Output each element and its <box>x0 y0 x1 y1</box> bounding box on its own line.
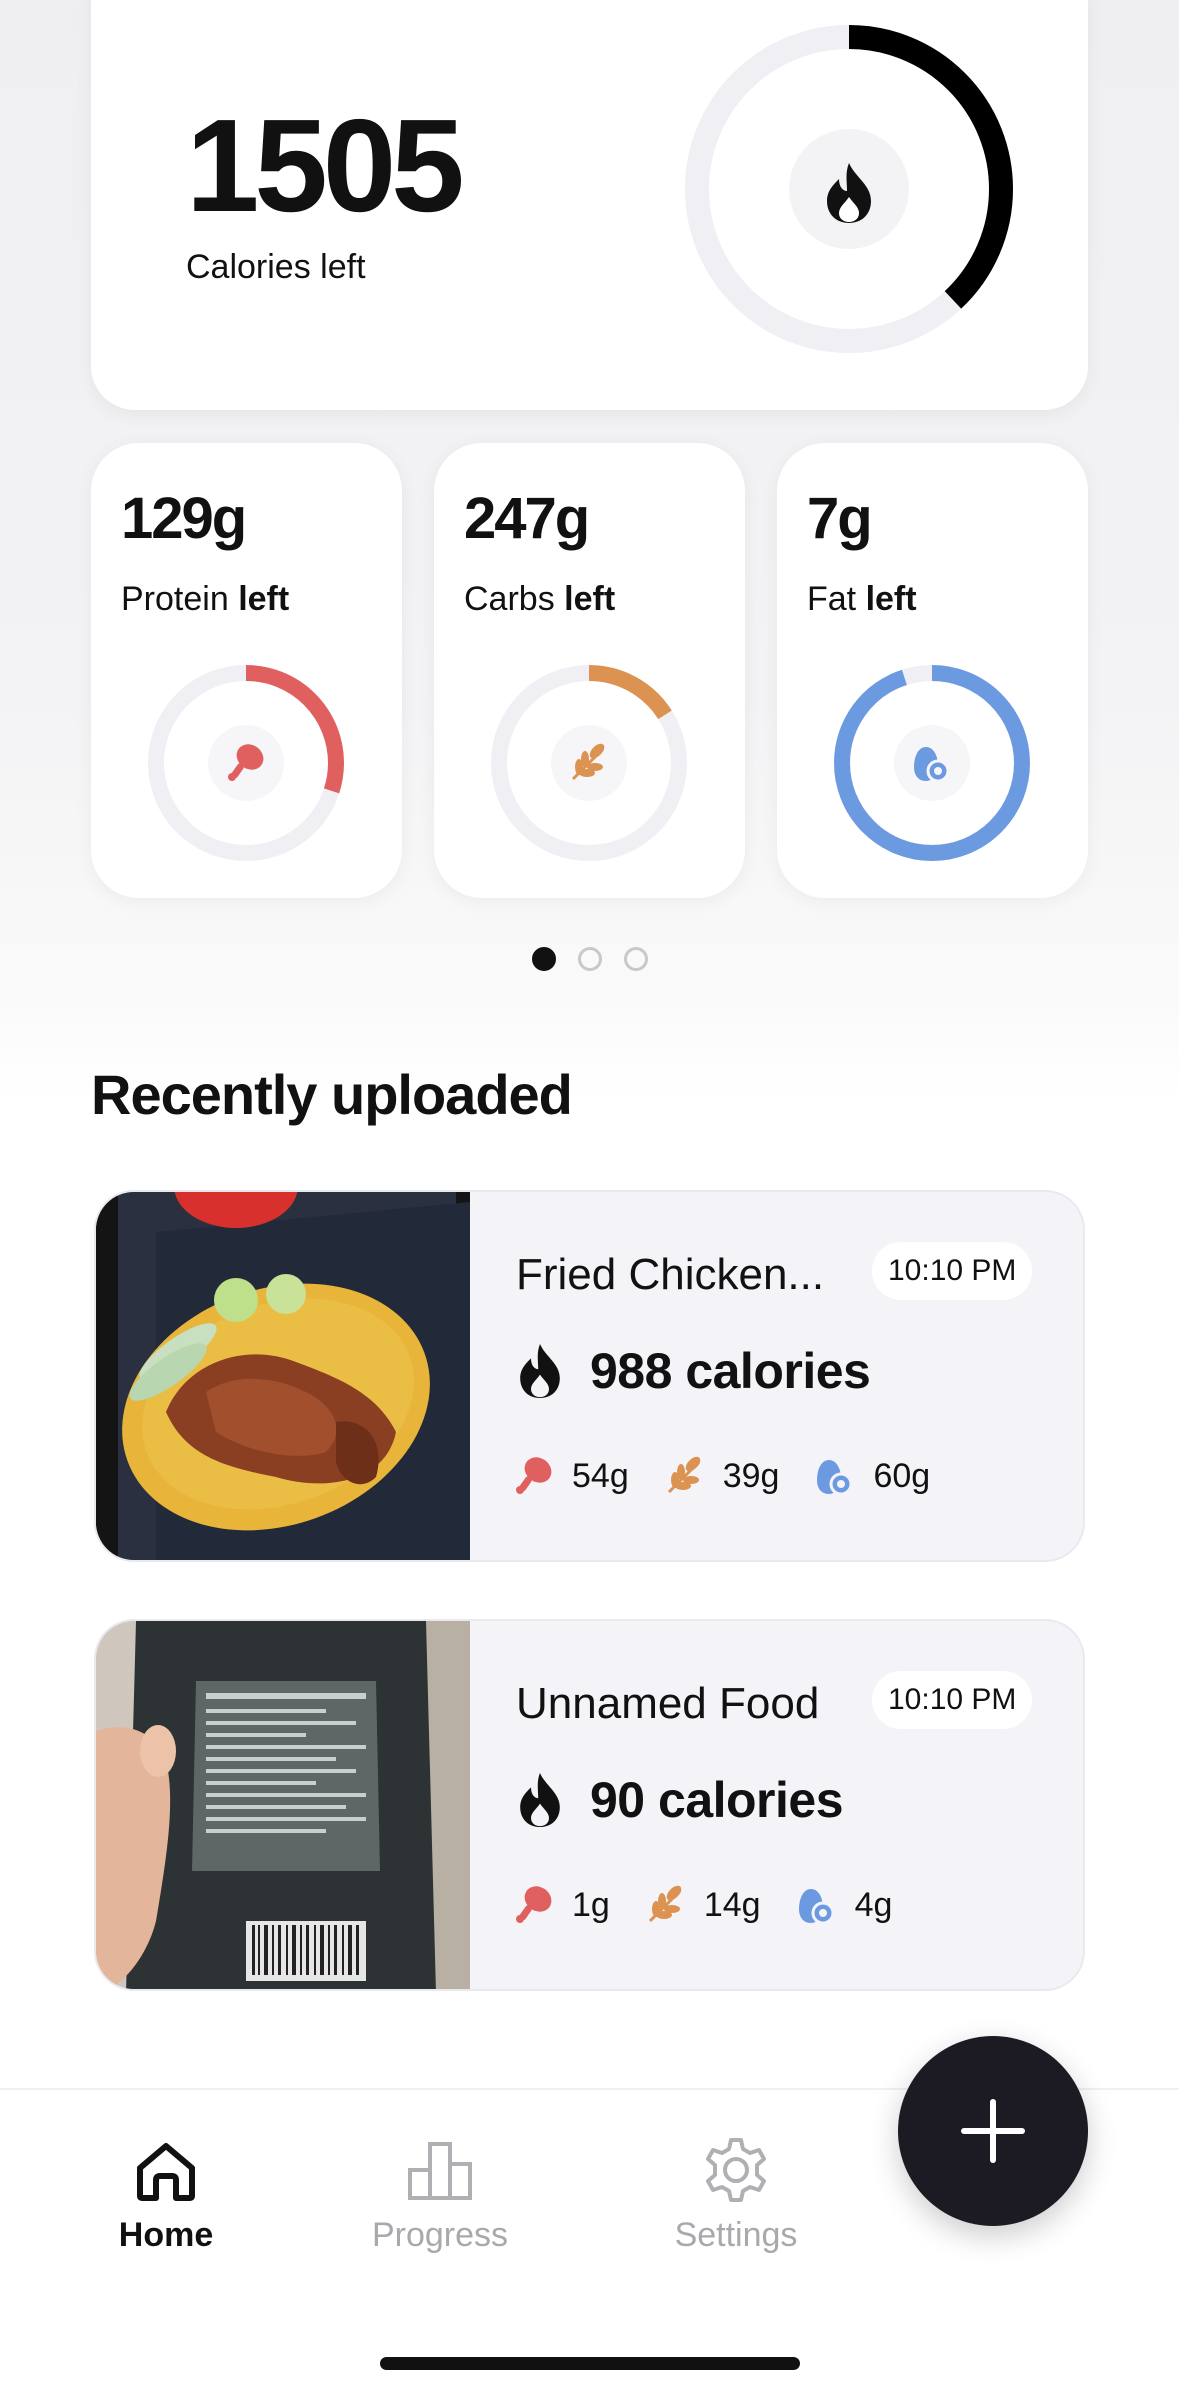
protein-card[interactable]: 129g Protein left <box>91 443 402 898</box>
food-calories: 988 calories <box>590 1343 871 1399</box>
fat-label: Fat left <box>807 580 917 618</box>
drumstick-icon <box>516 1886 552 1923</box>
food-photo <box>96 1621 470 1989</box>
food-carbs: 39g <box>722 1456 780 1495</box>
nav-home[interactable]: Home <box>46 2134 286 2255</box>
nav-home-label: Home <box>118 2216 214 2254</box>
nav-settings-label: Settings <box>674 2216 798 2254</box>
home-icon <box>137 2143 195 2201</box>
food-card[interactable]: Unnamed Food 10:10 PM 90 calories 1g 14g <box>94 1619 1085 1991</box>
food-protein: 1g <box>572 1885 610 1924</box>
protein-label: Protein left <box>121 580 290 618</box>
home-indicator <box>380 2357 800 2370</box>
protein-amount: 129g <box>121 486 247 551</box>
bar-chart-icon <box>408 2142 472 2200</box>
food-time-badge: 10:10 PM <box>872 1671 1033 1729</box>
flame-icon <box>520 1344 560 1398</box>
plus-icon <box>961 2099 1025 2163</box>
food-protein: 54g <box>572 1456 629 1495</box>
pager-dot-1[interactable] <box>531 947 556 971</box>
nav-progress-label: Progress <box>371 2216 509 2254</box>
fat-card[interactable]: 7g Fat left <box>777 443 1088 898</box>
food-time-badge: 10:10 PM <box>872 1242 1033 1300</box>
carbs-amount: 247g <box>464 486 590 551</box>
food-fat: 4g <box>854 1885 893 1924</box>
fat-progress-ring <box>834 665 1030 861</box>
food-name: Unnamed Food <box>516 1679 820 1728</box>
carbs-label: Carbs left <box>464 580 616 618</box>
calories-left-label: Calories left <box>186 248 366 286</box>
pager-dots <box>0 947 1179 973</box>
wheat-icon <box>667 1456 701 1494</box>
nav-settings[interactable]: Settings <box>616 2134 856 2255</box>
food-carbs: 14g <box>703 1885 761 1924</box>
gear-icon <box>706 2138 766 2202</box>
protein-progress-ring <box>148 665 344 861</box>
add-button[interactable] <box>898 2036 1088 2226</box>
food-photo <box>96 1192 470 1560</box>
avocado-icon <box>817 1460 853 1496</box>
carbs-progress-ring <box>491 665 687 861</box>
wheat-icon <box>648 1885 682 1923</box>
food-card[interactable]: Fried Chicken... 10:10 PM 988 calories 5… <box>94 1190 1085 1562</box>
food-name: Fried Chicken... <box>516 1250 825 1299</box>
food-fat: 60g <box>873 1456 931 1495</box>
pager-dot-3[interactable] <box>623 947 648 971</box>
avocado-icon <box>798 1889 835 1925</box>
drumstick-icon <box>516 1457 552 1494</box>
food-calories: 90 calories <box>590 1772 844 1828</box>
nav-progress[interactable]: Progress <box>320 2134 560 2255</box>
carbs-card[interactable]: 247g Carbs left <box>434 443 745 898</box>
calories-card[interactable]: 1505 Calories left <box>91 0 1088 410</box>
calories-progress-ring <box>685 25 1013 353</box>
calories-left-value: 1505 <box>186 92 465 239</box>
fat-amount: 7g <box>807 486 873 551</box>
flame-icon <box>520 1773 560 1827</box>
pager-dot-2[interactable] <box>577 947 602 971</box>
recently-uploaded-title: Recently uploaded <box>91 1063 573 1126</box>
